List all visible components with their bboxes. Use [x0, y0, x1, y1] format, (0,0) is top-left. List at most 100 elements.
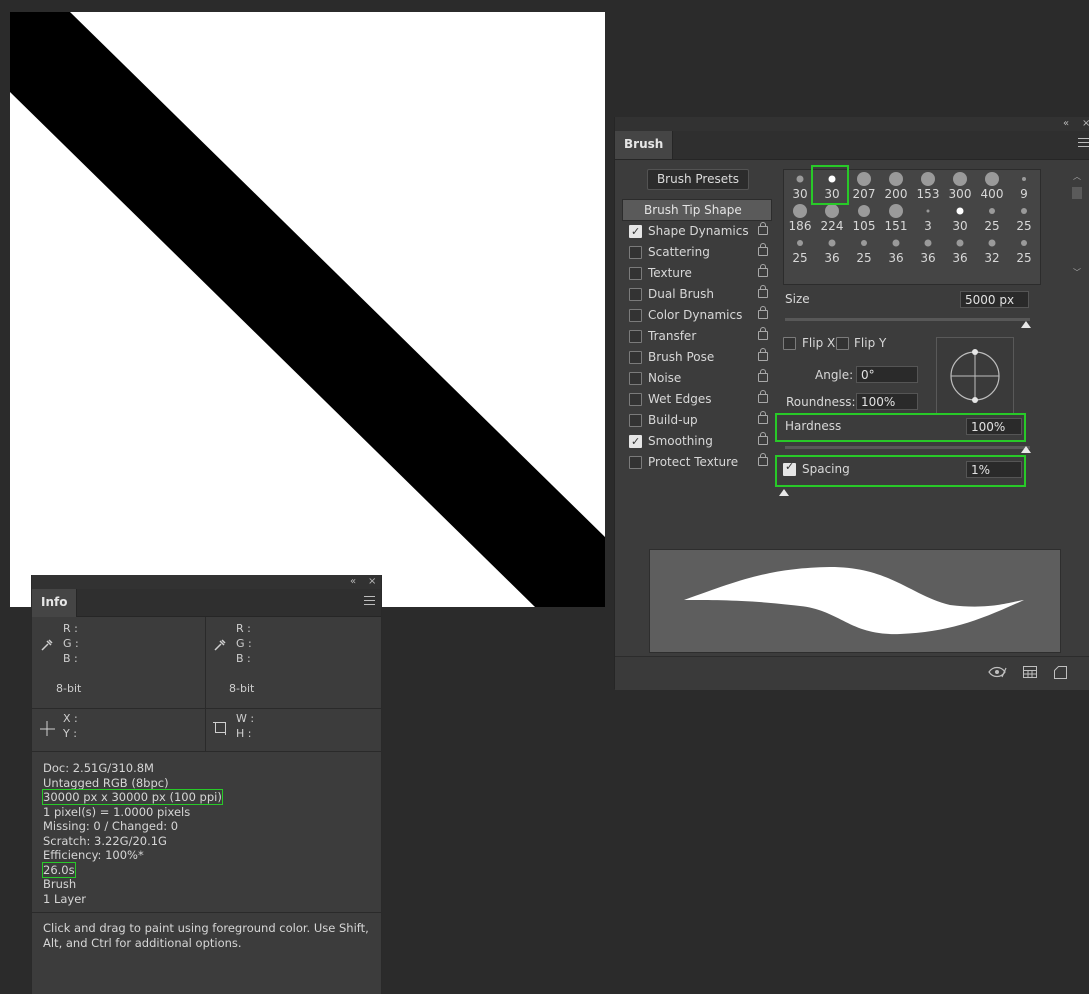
panel-menu-icon[interactable]: [1078, 138, 1089, 147]
hardness-slider[interactable]: [785, 446, 1030, 449]
brush-tip[interactable]: 207: [848, 170, 880, 202]
doc-size: Doc: 2.51G/310.8M: [43, 761, 154, 775]
new-brush-icon[interactable]: [1054, 666, 1067, 679]
option-checkbox[interactable]: [629, 267, 642, 280]
flip-x-label: Flip X: [802, 336, 836, 350]
tab-brush[interactable]: Brush: [615, 131, 674, 159]
option-checkbox[interactable]: [629, 246, 642, 259]
panel-title-bar[interactable]: « ×: [32, 575, 381, 589]
brush-option-noise[interactable]: Noise: [622, 368, 772, 389]
lock-icon[interactable]: [758, 306, 768, 319]
lock-icon[interactable]: [758, 369, 768, 382]
panel-title-bar[interactable]: « ×: [615, 117, 1089, 131]
option-checkbox[interactable]: [629, 456, 642, 469]
angle-field[interactable]: 0°: [856, 366, 918, 383]
brush-tip-icon: [793, 204, 807, 218]
lock-icon[interactable]: [758, 222, 768, 235]
brush-tip[interactable]: 30: [944, 202, 976, 234]
brush-tip[interactable]: 151: [880, 202, 912, 234]
flip-y-checkbox[interactable]: [836, 337, 849, 350]
brush-tip[interactable]: 36: [880, 234, 912, 266]
close-icon[interactable]: ×: [368, 576, 376, 588]
lock-icon[interactable]: [758, 264, 768, 277]
brush-tip[interactable]: 3: [912, 202, 944, 234]
x-label: X :: [63, 712, 78, 725]
roundness-field[interactable]: 100%: [856, 393, 918, 410]
size-slider-knob[interactable]: [1021, 321, 1031, 328]
height-label: H :: [236, 727, 252, 740]
brush-tip[interactable]: 36: [816, 234, 848, 266]
spacing-checkbox[interactable]: [783, 460, 796, 476]
close-icon[interactable]: ×: [1082, 118, 1089, 130]
lock-icon[interactable]: [758, 327, 768, 340]
brush-option-texture[interactable]: Texture: [622, 263, 772, 284]
size-field[interactable]: 5000 px: [960, 291, 1029, 308]
lock-icon[interactable]: [758, 285, 768, 298]
brush-option-dual-brush[interactable]: Dual Brush: [622, 284, 772, 305]
brush-grid-icon[interactable]: [1023, 666, 1037, 678]
brush-tip[interactable]: 25: [976, 202, 1008, 234]
brush-tip[interactable]: 153: [912, 170, 944, 202]
brush-option-brush-pose[interactable]: Brush Pose: [622, 347, 772, 368]
brush-option-build-up[interactable]: Build-up: [622, 410, 772, 431]
lock-icon[interactable]: [758, 243, 768, 256]
brush-tip[interactable]: 36: [912, 234, 944, 266]
lock-icon[interactable]: [758, 411, 768, 424]
brush-tip[interactable]: 25: [1008, 202, 1040, 234]
option-checkbox[interactable]: [629, 309, 642, 322]
brush-option-transfer[interactable]: Transfer: [622, 326, 772, 347]
option-checkbox[interactable]: [629, 330, 642, 343]
toggle-preview-icon[interactable]: [987, 665, 1007, 679]
eyedropper-icon: [41, 639, 53, 651]
angle-roundness-widget[interactable]: [936, 337, 1014, 415]
lock-icon[interactable]: [758, 348, 768, 361]
brush-tip[interactable]: 9: [1008, 170, 1040, 202]
brush-tip[interactable]: 400: [976, 170, 1008, 202]
option-checkbox[interactable]: [629, 431, 642, 452]
brush-presets-button[interactable]: Brush Presets: [647, 169, 749, 190]
collapse-icon[interactable]: «: [1063, 118, 1069, 130]
spacing-field[interactable]: 1%: [966, 461, 1022, 478]
collapse-icon[interactable]: «: [350, 576, 356, 588]
spacing-slider-knob[interactable]: [779, 489, 789, 496]
brush-tip-icon: [828, 239, 836, 247]
brush-option-protect-texture[interactable]: Protect Texture: [622, 452, 772, 473]
brush-option-smoothing[interactable]: Smoothing: [622, 431, 772, 452]
layer-count: 1 Layer: [43, 891, 87, 906]
hardness-field[interactable]: 100%: [966, 418, 1022, 435]
brush-tip[interactable]: 224: [816, 202, 848, 234]
brush-tip[interactable]: 32: [976, 234, 1008, 266]
flip-x-checkbox[interactable]: [783, 337, 796, 350]
brush-tip-shape-item[interactable]: Brush Tip Shape: [622, 199, 772, 221]
brush-tip[interactable]: 200: [880, 170, 912, 202]
brush-option-wet-edges[interactable]: Wet Edges: [622, 389, 772, 410]
brush-tip[interactable]: 105: [848, 202, 880, 234]
brush-tip[interactable]: 36: [944, 234, 976, 266]
brush-tip[interactable]: 25: [784, 234, 816, 266]
brush-tip[interactable]: 25: [848, 234, 880, 266]
option-checkbox[interactable]: [629, 414, 642, 427]
option-checkbox[interactable]: [629, 393, 642, 406]
lock-icon[interactable]: [758, 432, 768, 445]
tip-grid-scrollbar[interactable]: ︿ ﹀: [1071, 169, 1083, 283]
panel-menu-icon[interactable]: [364, 596, 375, 605]
option-checkbox[interactable]: [629, 288, 642, 301]
brush-tip[interactable]: 300: [944, 170, 976, 202]
brush-tip[interactable]: 25: [1008, 234, 1040, 266]
brush-option-color-dynamics[interactable]: Color Dynamics: [622, 305, 772, 326]
option-label: Smoothing: [648, 434, 713, 448]
brush-tip-icon: [857, 172, 871, 186]
size-slider[interactable]: [785, 318, 1030, 321]
brush-option-shape-dynamics[interactable]: Shape Dynamics: [622, 221, 772, 242]
brush-option-scattering[interactable]: Scattering: [622, 242, 772, 263]
tab-info[interactable]: Info: [32, 589, 78, 617]
option-checkbox[interactable]: [629, 221, 642, 242]
option-checkbox[interactable]: [629, 351, 642, 364]
lock-icon[interactable]: [758, 453, 768, 466]
brush-tip-icon: [1021, 240, 1027, 246]
hardness-slider-knob[interactable]: [1021, 446, 1031, 453]
lock-icon[interactable]: [758, 390, 768, 403]
document-canvas[interactable]: [10, 12, 605, 607]
brush-tip[interactable]: 186: [784, 202, 816, 234]
option-checkbox[interactable]: [629, 372, 642, 385]
